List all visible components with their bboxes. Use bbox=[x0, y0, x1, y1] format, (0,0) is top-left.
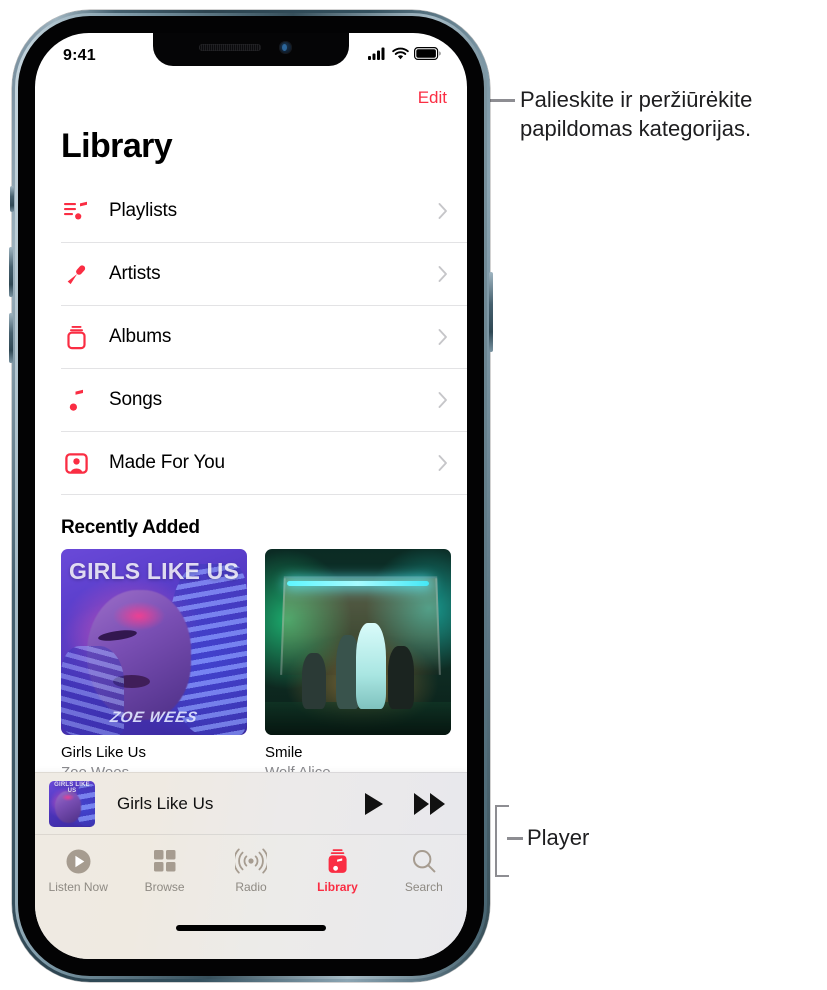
artwork-face bbox=[55, 790, 82, 823]
volume-up-button[interactable] bbox=[9, 247, 13, 297]
play-circle-icon bbox=[65, 847, 92, 875]
battery-icon bbox=[414, 47, 441, 65]
home-indicator[interactable] bbox=[176, 925, 326, 931]
player-callout-label: Player bbox=[527, 825, 590, 850]
library-row-label: Albums bbox=[109, 326, 172, 347]
library-row-label: Playlists bbox=[109, 200, 177, 221]
library-row-made-for-you[interactable]: Made For You bbox=[61, 432, 467, 495]
grid-squares-icon bbox=[152, 847, 178, 875]
library-row-label: Artists bbox=[109, 263, 161, 284]
album-card[interactable]: Smile Wolf Alice bbox=[265, 549, 451, 781]
library-row-albums[interactable]: Albums bbox=[61, 306, 467, 369]
chevron-right-icon bbox=[437, 328, 449, 346]
library-row-label: Songs bbox=[109, 389, 162, 410]
fast-forward-button[interactable] bbox=[413, 792, 447, 816]
artwork-bottom-text: ZOE WEES bbox=[108, 708, 200, 726]
earpiece-speaker-icon bbox=[199, 44, 261, 51]
front-camera-icon bbox=[279, 41, 292, 54]
album-artwork-girls-like-us[interactable]: GIRLS LIKE US ZOE WEES bbox=[61, 549, 247, 735]
tab-radio[interactable]: Radio bbox=[208, 847, 294, 894]
library-row-label: Made For You bbox=[109, 452, 225, 473]
artwork-neon-light bbox=[287, 580, 429, 586]
wifi-icon bbox=[392, 47, 409, 65]
music-note-icon bbox=[61, 385, 91, 415]
album-artwork-smile[interactable] bbox=[265, 549, 451, 735]
tab-label: Library bbox=[317, 880, 358, 894]
mini-player-artwork[interactable]: GIRLS LIKE US bbox=[49, 780, 95, 827]
artwork-person bbox=[356, 623, 386, 709]
chevron-right-icon bbox=[437, 265, 449, 283]
playlist-note-icon bbox=[61, 196, 91, 226]
chevron-right-icon bbox=[437, 454, 449, 472]
volume-down-button[interactable] bbox=[9, 313, 13, 363]
album-title: Girls Like Us bbox=[61, 744, 147, 761]
library-case-icon bbox=[324, 847, 351, 875]
tab-browse[interactable]: Browse bbox=[121, 847, 207, 894]
status-time: 9:41 bbox=[63, 47, 96, 64]
library-row-songs[interactable]: Songs bbox=[61, 369, 467, 432]
tab-search[interactable]: Search bbox=[381, 847, 467, 894]
mini-player-title: Girls Like Us bbox=[117, 793, 214, 813]
library-row-artists[interactable]: Artists bbox=[61, 243, 467, 306]
tab-label: Radio bbox=[235, 880, 267, 894]
mini-player-bar[interactable]: GIRLS LIKE US Girls Like Us bbox=[35, 772, 467, 834]
album-case-icon bbox=[61, 322, 91, 352]
artwork-person bbox=[387, 645, 414, 709]
tab-label: Listen Now bbox=[48, 880, 108, 894]
edit-callout-label: Palieskite ir peržiūrėkite papildomas ka… bbox=[520, 87, 753, 141]
page-title: Library bbox=[61, 127, 173, 165]
tab-label: Browse bbox=[144, 880, 185, 894]
recently-added-album-grid: GIRLS LIKE US ZOE WEES Girls Like Us Zoe… bbox=[35, 549, 467, 781]
section-title-recently-added: Recently Added bbox=[61, 517, 200, 538]
artwork-top-text: GIRLS LIKE US bbox=[54, 782, 90, 795]
person-portrait-icon bbox=[61, 448, 91, 478]
tab-label: Search bbox=[404, 880, 443, 894]
device-notch bbox=[153, 33, 349, 66]
album-title: Smile bbox=[265, 744, 303, 761]
device-screen: 9:41 Edit Library Playlists Artists Albu… bbox=[35, 33, 467, 959]
broadcast-icon bbox=[235, 847, 268, 875]
artwork-person bbox=[302, 653, 327, 709]
status-icons-group bbox=[368, 47, 441, 65]
chevron-right-icon bbox=[437, 391, 449, 409]
search-icon bbox=[411, 847, 437, 875]
edit-callout-text: Palieskite ir peržiūrėkite papildomas ka… bbox=[520, 86, 820, 143]
edit-button[interactable]: Edit bbox=[418, 88, 447, 108]
library-row-playlists[interactable]: Playlists bbox=[61, 180, 467, 243]
microphone-icon bbox=[61, 259, 91, 289]
tab-library[interactable]: Library bbox=[294, 847, 380, 894]
player-callout-leader-line bbox=[507, 837, 523, 840]
chevron-right-icon bbox=[437, 202, 449, 220]
play-button[interactable] bbox=[363, 792, 385, 816]
navigation-bar: Edit bbox=[35, 77, 467, 119]
album-card[interactable]: GIRLS LIKE US ZOE WEES Girls Like Us Zoe… bbox=[61, 549, 247, 781]
iphone-device-frame: 9:41 Edit Library Playlists Artists Albu… bbox=[9, 10, 493, 982]
tab-listen-now[interactable]: Listen Now bbox=[35, 847, 121, 894]
player-callout-text: Player bbox=[527, 824, 589, 853]
player-callout-bracket bbox=[495, 805, 509, 877]
library-list: Playlists Artists Albums Songs Made For … bbox=[35, 180, 467, 495]
signal-bars-icon bbox=[368, 47, 387, 65]
artwork-top-text: GIRLS LIKE US bbox=[68, 558, 239, 585]
power-button[interactable] bbox=[489, 272, 493, 352]
silent-switch-button[interactable] bbox=[10, 186, 14, 212]
tab-bar: Listen Now Browse Radio Library Search bbox=[35, 834, 467, 959]
